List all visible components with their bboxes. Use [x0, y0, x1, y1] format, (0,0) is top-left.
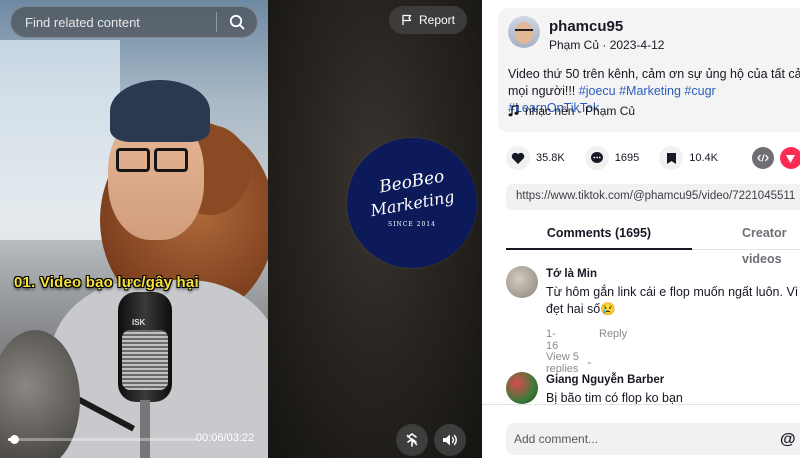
details-panel: phamcu95 Phạm Củ · 2023-4-12 Video thứ 5… — [482, 0, 800, 458]
comment-button[interactable] — [584, 146, 609, 170]
tab-comments[interactable]: Comments (1695) — [506, 220, 692, 250]
related-search-box[interactable] — [10, 6, 258, 38]
video-player[interactable]: ISK 01. Video bạo lực/gây hại 00:06/03:2… — [0, 0, 268, 458]
send-arrow-icon — [786, 154, 796, 163]
like-action[interactable]: 35.8K — [506, 146, 565, 170]
glasses-left — [116, 148, 150, 172]
music-note-icon — [508, 105, 519, 117]
commenter-avatar[interactable] — [506, 372, 538, 404]
save-count: 10.4K — [689, 152, 718, 164]
volume-icon — [443, 434, 457, 446]
comment-text-line-2: đẹt hai số😢 — [546, 302, 616, 316]
hashtag-link[interactable]: #joecu — [579, 84, 616, 98]
commenter-avatar[interactable] — [506, 266, 538, 298]
view-replies-button[interactable]: View 5 replies — [546, 351, 592, 375]
embed-button[interactable] — [751, 147, 774, 169]
comment-bubble-icon — [590, 152, 603, 163]
comment-tabs: Comments (1695) Creator videos — [506, 220, 800, 266]
post-date: 2023-4-12 — [609, 38, 665, 52]
like-count: 35.8K — [536, 152, 565, 164]
author-username[interactable]: phamcu95 — [549, 18, 623, 35]
action-row: 35.8K 1695 10.4K — [506, 146, 800, 170]
comment-text: Từ hôm gắn link cái e flop muốn ngất luô… — [546, 284, 800, 318]
hashtag-link[interactable]: #cugr — [684, 84, 715, 98]
comment-input[interactable] — [506, 423, 800, 455]
video-time: 00:06/03:22 — [196, 432, 255, 444]
view-replies-label: View 5 replies — [546, 351, 579, 375]
video-progress-bar[interactable] — [8, 435, 198, 444]
brand-logo: BeoBeo Marketing SINCE 2014 — [347, 138, 477, 268]
comment-action[interactable]: 1695 — [584, 146, 640, 170]
mention-icon[interactable]: @ — [780, 431, 796, 449]
reply-button[interactable]: Reply — [599, 328, 627, 340]
logo-line-3: SINCE 2014 — [388, 221, 436, 228]
video-progress-knob[interactable] — [9, 435, 19, 444]
comment-date: 1-16 — [546, 328, 559, 352]
flag-icon — [402, 14, 412, 25]
glasses-right — [154, 148, 188, 172]
video-link-field[interactable]: https://www.tiktok.com/@phamcu95/video/7… — [506, 184, 800, 210]
like-button[interactable] — [506, 146, 530, 170]
commenter-name[interactable]: Tớ là Min — [546, 268, 597, 280]
microphone-grill — [122, 330, 168, 390]
video-backdrop: Report BeoBeo Marketing SINCE 2014 — [268, 0, 482, 458]
embed-code-icon — [757, 154, 769, 162]
mic-brand-label: ISK — [132, 318, 146, 327]
heart-icon — [511, 152, 525, 164]
volume-button[interactable] — [434, 424, 466, 456]
comment-text-line-1: Từ hôm gắn link cái e flop muốn ngất luô… — [546, 285, 799, 299]
mic-stem — [140, 400, 150, 458]
author-display-name: Phạm Củ — [549, 38, 600, 52]
search-input[interactable] — [25, 14, 216, 30]
report-button[interactable]: Report — [389, 6, 467, 34]
hashtag-link[interactable]: #Marketing — [619, 84, 681, 98]
save-action[interactable]: 10.4K — [659, 146, 718, 170]
video-frame[interactable]: ISK — [0, 0, 268, 458]
report-label: Report — [418, 13, 456, 27]
music-title: nhạc nền - Phạm Củ — [525, 104, 636, 118]
avatar-glasses — [515, 29, 533, 34]
tab-creator-videos[interactable]: Creator videos — [742, 220, 800, 272]
float-icon — [406, 433, 418, 447]
author-avatar[interactable] — [508, 16, 540, 48]
sub-separator: · — [599, 38, 610, 52]
floating-player-button[interactable] — [396, 424, 428, 456]
comment-bar: @ — [482, 404, 800, 458]
person-cap — [110, 80, 210, 142]
chevron-down-icon — [586, 361, 592, 365]
author-subinfo: Phạm Củ · 2023-4-12 — [549, 38, 664, 52]
music-link[interactable]: nhạc nền - Phạm Củ — [508, 104, 635, 118]
save-button[interactable] — [659, 146, 684, 170]
bookmark-icon — [666, 152, 676, 164]
video-caption: 01. Video bạo lực/gây hại — [14, 274, 199, 291]
comment-count: 1695 — [614, 152, 640, 164]
description-card: phamcu95 Phạm Củ · 2023-4-12 Video thứ 5… — [498, 8, 800, 132]
send-button[interactable] — [779, 147, 800, 169]
commenter-name[interactable]: Giang Nguyễn Barber — [546, 374, 664, 386]
search-icon[interactable] — [217, 7, 257, 37]
